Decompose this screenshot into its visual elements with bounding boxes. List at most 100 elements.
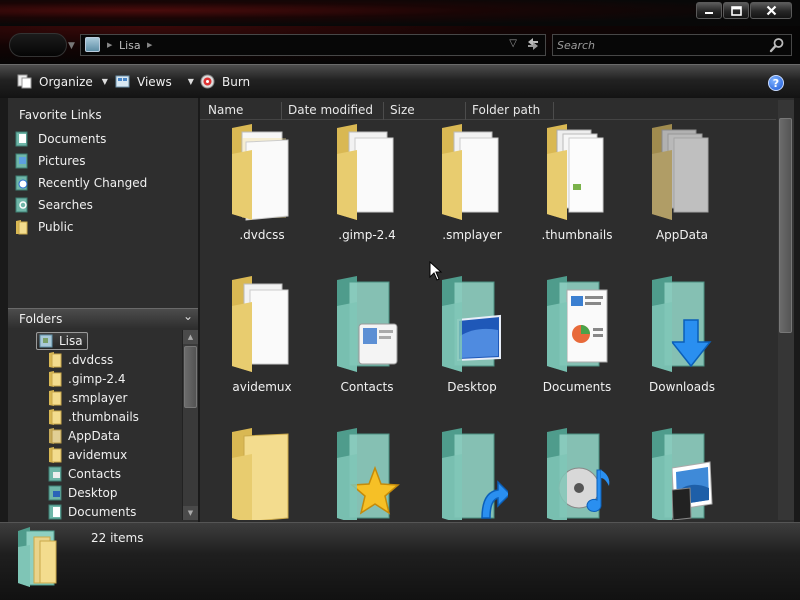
file-item-label: .thumbnails: [541, 228, 613, 242]
file-item-folder[interactable]: .thumbnails: [527, 124, 627, 254]
scroll-down-icon[interactable]: ▼: [183, 506, 198, 520]
tree-item[interactable]: .smplayer: [48, 389, 127, 407]
tree-item[interactable]: .thumbnails: [48, 408, 139, 426]
favorite-link-pictures[interactable]: Pictures: [14, 153, 86, 169]
views-label: Views: [137, 74, 172, 89]
burn-label: Burn: [222, 74, 251, 89]
maximize-button[interactable]: [723, 2, 749, 19]
breadcrumb-location[interactable]: Lisa: [119, 39, 141, 52]
tree-item-label: Contacts: [68, 467, 121, 481]
recent-pages-dropdown[interactable]: ▼: [68, 41, 75, 51]
file-item-music[interactable]: [527, 428, 627, 520]
burn-button[interactable]: Burn: [200, 74, 250, 89]
tree-item-label: avidemux: [68, 448, 128, 462]
tree-item[interactable]: avidemux: [48, 446, 127, 464]
file-item-desktop[interactable]: Desktop: [422, 276, 522, 406]
favorite-link-label: Recently Changed: [38, 176, 148, 190]
column-headers: Name Date modified Size Folder path: [200, 102, 776, 120]
search-icon[interactable]: [769, 37, 785, 53]
column-header-name[interactable]: Name: [202, 102, 282, 120]
minimize-icon: [705, 11, 713, 14]
details-pane: 22 items: [0, 522, 800, 600]
file-item-label: Desktop: [447, 380, 497, 394]
folder-icon: [49, 352, 62, 368]
file-item-links[interactable]: [422, 428, 522, 520]
tree-item-label: .gimp-2.4: [68, 372, 126, 386]
tree-item-root[interactable]: Lisa: [36, 332, 88, 350]
column-header-folder-path[interactable]: Folder path: [466, 102, 554, 120]
column-header-size[interactable]: Size: [384, 102, 466, 120]
help-icon[interactable]: ?: [768, 75, 784, 91]
folders-scrollbar[interactable]: ▲ ▼: [182, 330, 198, 520]
chevron-down-icon: ▼: [187, 77, 194, 86]
scroll-up-icon[interactable]: ▲: [183, 330, 198, 344]
file-item-favorites[interactable]: [317, 428, 417, 520]
favorite-link-label: Documents: [38, 132, 107, 146]
breadcrumb-arrow-icon[interactable]: ▶: [107, 41, 112, 49]
file-item-label: .dvdcss: [239, 228, 285, 242]
file-item-label: avidemux: [232, 380, 292, 394]
file-item-folder[interactable]: AppData: [632, 124, 732, 254]
address-bar[interactable]: ▶ Lisa ▶ ▽: [80, 34, 546, 56]
folder-icon: [232, 428, 289, 520]
tree-item[interactable]: AppData: [48, 427, 120, 445]
file-item-folder[interactable]: [212, 428, 312, 520]
file-item-pictures[interactable]: [632, 428, 732, 520]
burn-disc-icon: [200, 74, 215, 89]
minimize-button[interactable]: [696, 2, 722, 19]
scrollbar-thumb[interactable]: [779, 118, 792, 333]
tree-item-label: AppData: [68, 429, 121, 443]
favorite-link-recently-changed[interactable]: Recently Changed: [14, 175, 147, 191]
column-header-date-modified[interactable]: Date modified: [282, 102, 384, 120]
folder-icon: [49, 447, 62, 463]
tree-item[interactable]: .dvdcss: [48, 351, 113, 369]
file-item-contacts[interactable]: Contacts: [317, 276, 417, 406]
tree-item[interactable]: Documents: [48, 503, 136, 521]
file-item-downloads[interactable]: Downloads: [632, 276, 732, 406]
mouse-cursor-icon: [429, 261, 443, 281]
folder-icon: [18, 527, 57, 587]
window-controls: [695, 2, 792, 19]
tree-item-label: .dvdcss: [68, 353, 114, 367]
chevron-down-icon: ▼: [101, 77, 108, 86]
tree-item-label: .smplayer: [68, 391, 128, 405]
organize-label: Organize: [39, 74, 93, 89]
tree-item[interactable]: Desktop: [48, 484, 118, 502]
breadcrumb-arrow-icon[interactable]: ▶: [147, 41, 152, 49]
contacts-folder-icon: [48, 466, 62, 482]
tree-item[interactable]: Contacts: [48, 465, 121, 483]
tree-item-label: Lisa: [59, 334, 83, 348]
item-count: 22 items: [91, 531, 144, 545]
organize-button[interactable]: Organize ▼: [17, 74, 108, 89]
chevron-down-icon[interactable]: ⌄: [183, 309, 193, 323]
refresh-icon[interactable]: [525, 36, 541, 56]
file-list-pane: Name Date modified Size Folder path .dvd…: [200, 98, 794, 522]
favorite-link-public[interactable]: Public: [14, 219, 74, 235]
file-item-folder[interactable]: .dvdcss: [212, 124, 312, 254]
file-item-folder[interactable]: avidemux: [212, 276, 312, 406]
close-button[interactable]: [750, 2, 792, 19]
folder-icon: [337, 124, 394, 220]
file-item-folder[interactable]: .smplayer: [422, 124, 522, 254]
file-item-documents[interactable]: Documents: [527, 276, 627, 406]
views-button[interactable]: Views ▼: [115, 74, 194, 89]
tree-item[interactable]: .gimp-2.4: [48, 370, 126, 388]
file-item-label: Contacts: [340, 380, 394, 394]
search-box[interactable]: [552, 34, 792, 56]
file-list-scrollbar[interactable]: [778, 100, 794, 520]
search-input[interactable]: [557, 37, 757, 53]
favorite-link-searches[interactable]: Searches: [14, 197, 93, 213]
favorite-link-documents[interactable]: Documents: [14, 131, 106, 147]
folder-icon: [49, 428, 62, 444]
title-bar: [0, 0, 800, 26]
public-folder-icon: [16, 220, 28, 235]
pictures-icon: [15, 153, 28, 169]
views-icon: [115, 75, 130, 88]
folders-header[interactable]: Folders ⌄: [8, 308, 198, 328]
user-folder-icon: [39, 334, 53, 348]
file-item-folder[interactable]: .gimp-2.4: [317, 124, 417, 254]
back-forward-buttons[interactable]: [9, 33, 67, 57]
scrollbar-thumb[interactable]: [184, 346, 197, 408]
address-dropdown-icon[interactable]: ▽: [509, 38, 517, 49]
favorites-folder-icon: [337, 428, 400, 520]
